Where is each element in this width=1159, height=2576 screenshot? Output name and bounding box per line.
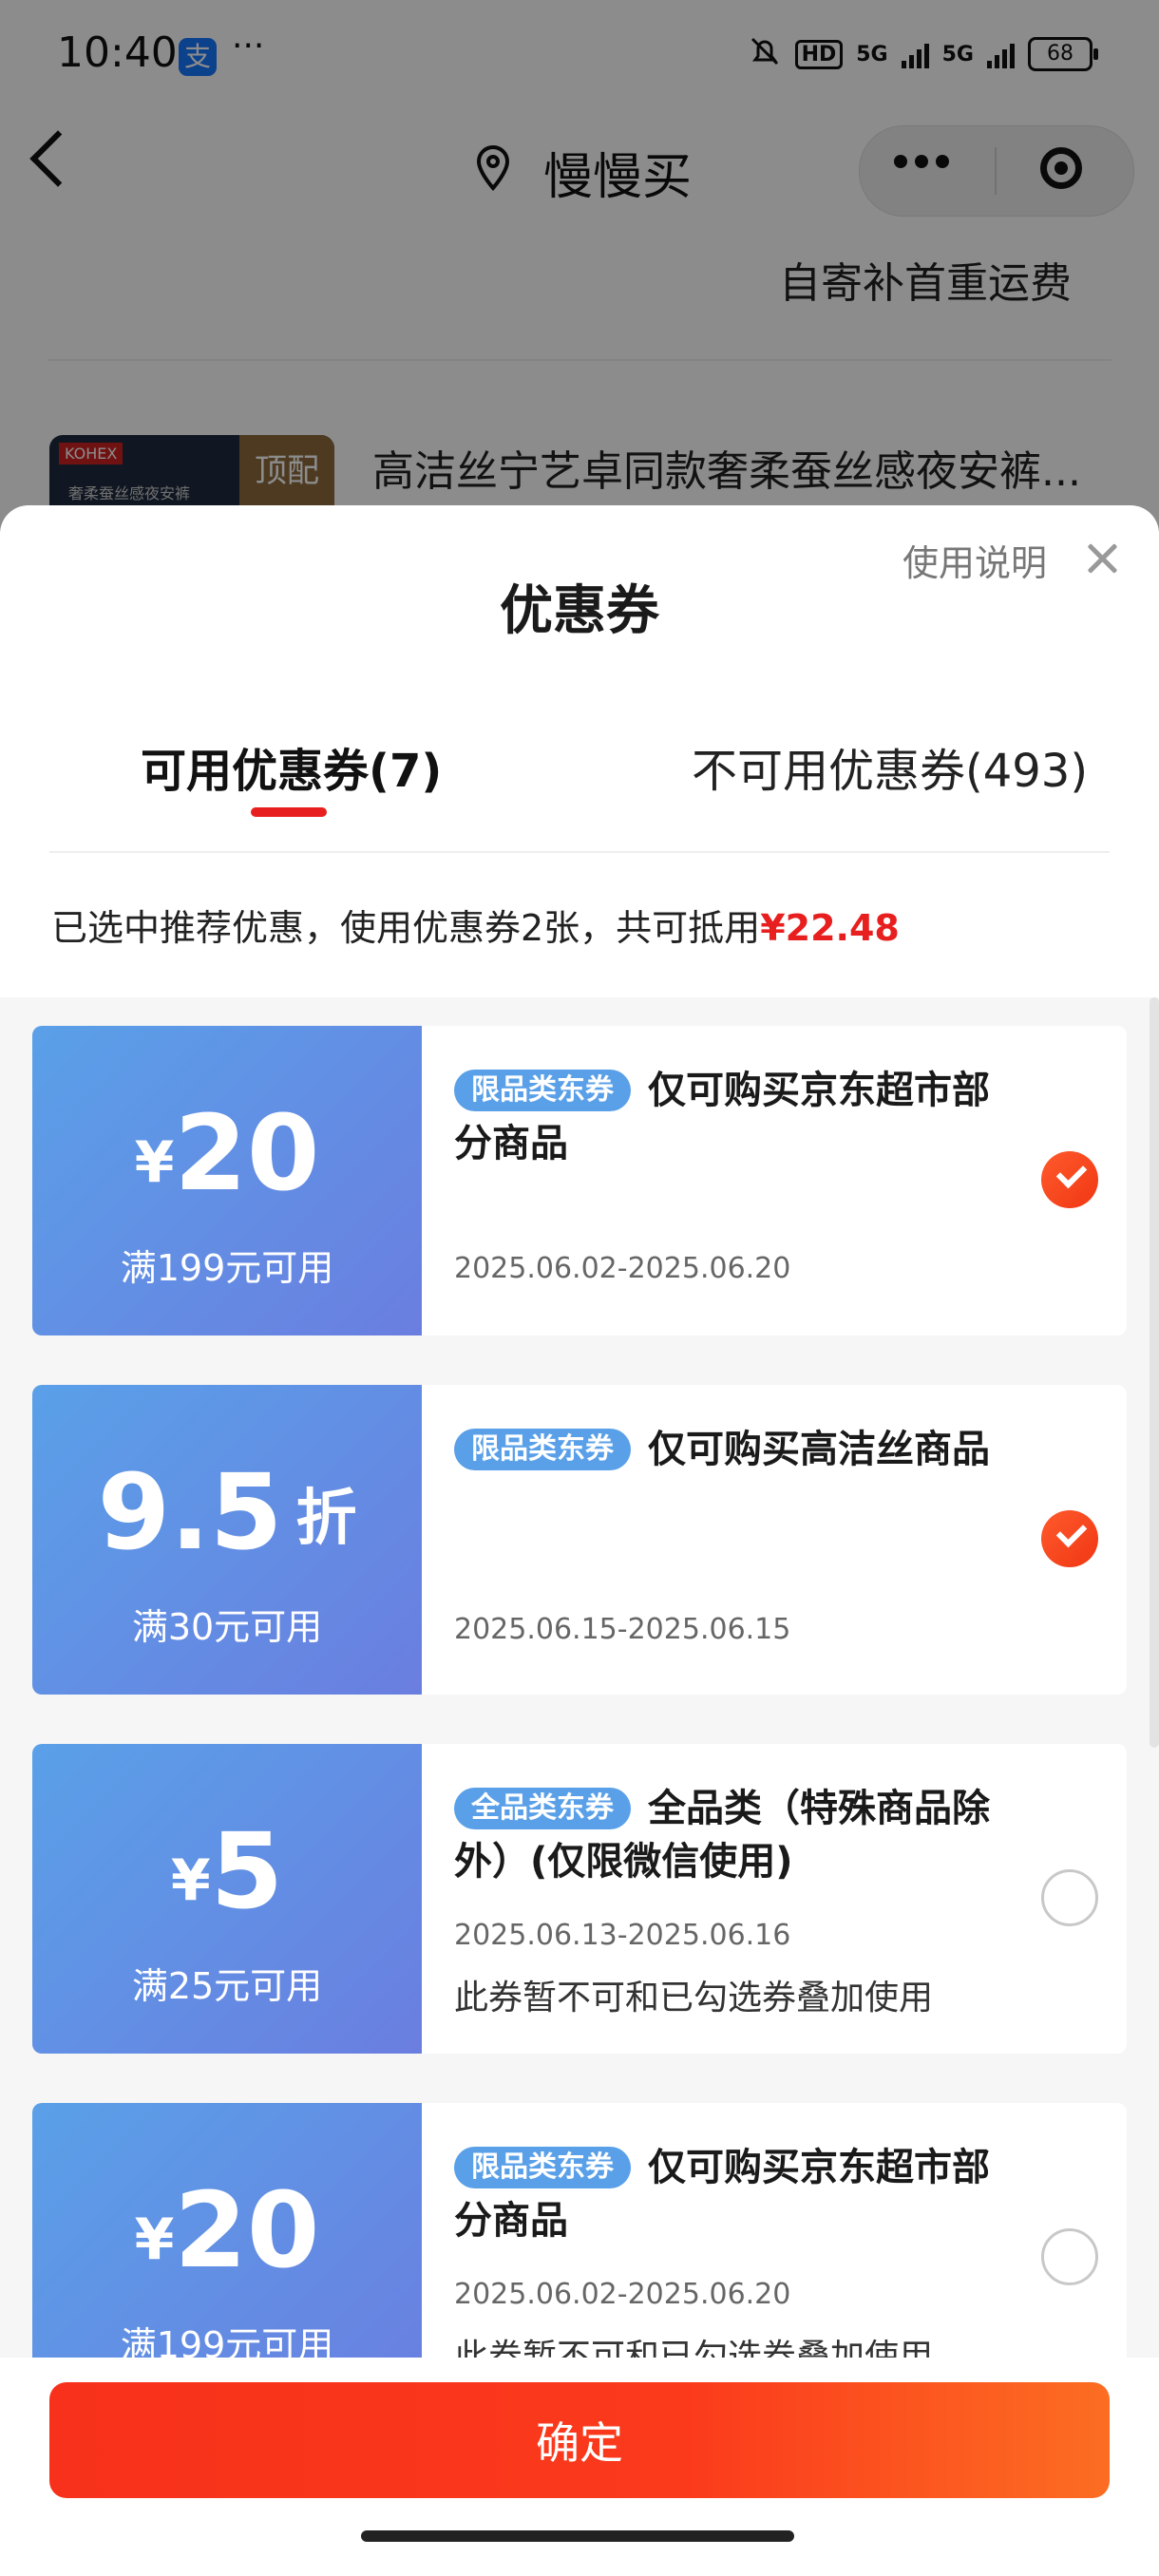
coupon-value-panel: ¥20 满199元可用 <box>32 1026 422 1335</box>
coupon-validity: 2025.06.02-2025.06.20 <box>454 2278 791 2311</box>
coupon-condition: 满199元可用 <box>120 1247 334 1289</box>
coupon-condition: 满25元可用 <box>131 1965 323 2007</box>
coupon-value: ¥20 <box>32 1092 422 1214</box>
coupon-currency: ¥ <box>134 1129 175 1196</box>
coupon-value: ¥5 <box>32 1810 422 1932</box>
coupon-value: 9.5 折 <box>32 1451 422 1573</box>
scrollbar[interactable] <box>1150 997 1159 1748</box>
home-indicator[interactable] <box>361 2530 794 2542</box>
summary-text: 已选中推荐优惠，使用优惠券2张，共可抵用 <box>51 907 761 949</box>
coupon-stacking-note: 此券暂不可和已勾选券叠加使用 <box>454 2338 934 2358</box>
coupon-description: 限品类东券 仅可购买高洁丝商品 <box>454 1423 1015 1476</box>
coupon-type-badge: 限品类东券 <box>454 1070 631 1111</box>
coupon-amount: 20 <box>174 2169 320 2291</box>
coupon-card[interactable]: 9.5 折 满30元可用 限品类东券 仅可购买高洁丝商品 2025.06.15-20… <box>32 1385 1127 1695</box>
coupon-info: 限品类东券 仅可购买高洁丝商品 <box>454 1423 1015 1476</box>
coupon-type-badge: 全品类东券 <box>454 1788 631 1829</box>
coupon-list[interactable]: ¥20 满199元可用 限品类东券 仅可购买京东超市部分商品 2025.06.02… <box>0 997 1159 2358</box>
summary-amount: ¥22.48 <box>760 907 900 949</box>
sheet-title: 优惠券 <box>500 580 659 642</box>
coupon-description: 限品类东券 仅可购买京东超市部分商品 <box>454 2141 1015 2247</box>
confirm-button[interactable]: 确定 <box>49 2382 1110 2498</box>
coupon-info: 限品类东券 仅可购买京东超市部分商品 <box>454 2141 1015 2247</box>
coupon-info: 限品类东券 仅可购买京东超市部分商品 <box>454 1064 1015 1170</box>
coupon-type-badge: 限品类东券 <box>454 1429 631 1470</box>
coupon-description: 限品类东券 仅可购买京东超市部分商品 <box>454 1064 1015 1170</box>
checked-circle-icon[interactable] <box>1041 1510 1098 1567</box>
coupon-value: ¥20 <box>32 2169 422 2291</box>
coupon-card[interactable]: ¥20 满199元可用 限品类东券 仅可购买京东超市部分商品 2025.06.02… <box>32 2103 1127 2358</box>
coupon-value-panel: 9.5 折 满30元可用 <box>32 1385 422 1695</box>
coupon-condition: 满199元可用 <box>120 2324 334 2358</box>
coupon-stacking-note: 此券暂不可和已勾选券叠加使用 <box>454 1979 934 2017</box>
coupon-condition: 满30元可用 <box>131 1606 323 1648</box>
tab-available-coupons[interactable]: 可用优惠券(7) <box>141 733 442 800</box>
modal-overlay[interactable] <box>0 0 1159 532</box>
unchecked-circle-icon[interactable] <box>1041 2228 1098 2285</box>
coupon-amount: 9.5 <box>97 1451 283 1573</box>
coupon-amount: 5 <box>210 1810 284 1932</box>
tab-unavailable-coupons[interactable]: 不可用优惠券(493) <box>692 733 1088 800</box>
coupon-card[interactable]: ¥20 满199元可用 限品类东券 仅可购买京东超市部分商品 2025.06.02… <box>32 1026 1127 1335</box>
coupon-currency: ¥ <box>134 2207 175 2273</box>
coupon-info: 全品类东券 全品类（特殊商品除外）(仅限微信使用) <box>454 1782 1015 1888</box>
active-tab-indicator <box>251 807 327 817</box>
tabs-divider <box>49 851 1110 853</box>
selection-summary: 已选中推荐优惠，使用优惠券2张，共可抵用¥22.48 <box>51 899 900 951</box>
unchecked-circle-icon[interactable] <box>1041 1869 1098 1926</box>
bottom-bar: 确定 <box>0 2358 1159 2576</box>
coupon-desc-text: 仅可购买高洁丝商品 <box>648 1428 990 1471</box>
coupon-unit: 折 <box>295 1484 357 1554</box>
coupon-validity: 2025.06.15-2025.06.15 <box>454 1613 791 1646</box>
checked-circle-icon[interactable] <box>1041 1151 1098 1208</box>
coupon-amount: 20 <box>174 1092 320 1214</box>
coupon-value-panel: ¥20 满199元可用 <box>32 2103 422 2358</box>
coupon-validity: 2025.06.02-2025.06.20 <box>454 1252 791 1285</box>
coupon-description: 全品类东券 全品类（特殊商品除外）(仅限微信使用) <box>454 1782 1015 1888</box>
coupon-type-badge: 限品类东券 <box>454 2147 631 2188</box>
coupon-value-panel: ¥5 满25元可用 <box>32 1744 422 2054</box>
coupon-currency: ¥ <box>170 1847 211 1914</box>
coupon-sheet: 使用说明 优惠券 可用优惠券(7) 不可用优惠券(493) 已选中推荐优惠，使用… <box>0 505 1159 2576</box>
coupon-validity: 2025.06.13-2025.06.16 <box>454 1919 791 1952</box>
coupon-card[interactable]: ¥5 满25元可用 全品类东券 全品类（特殊商品除外）(仅限微信使用) 2025.… <box>32 1744 1127 2054</box>
